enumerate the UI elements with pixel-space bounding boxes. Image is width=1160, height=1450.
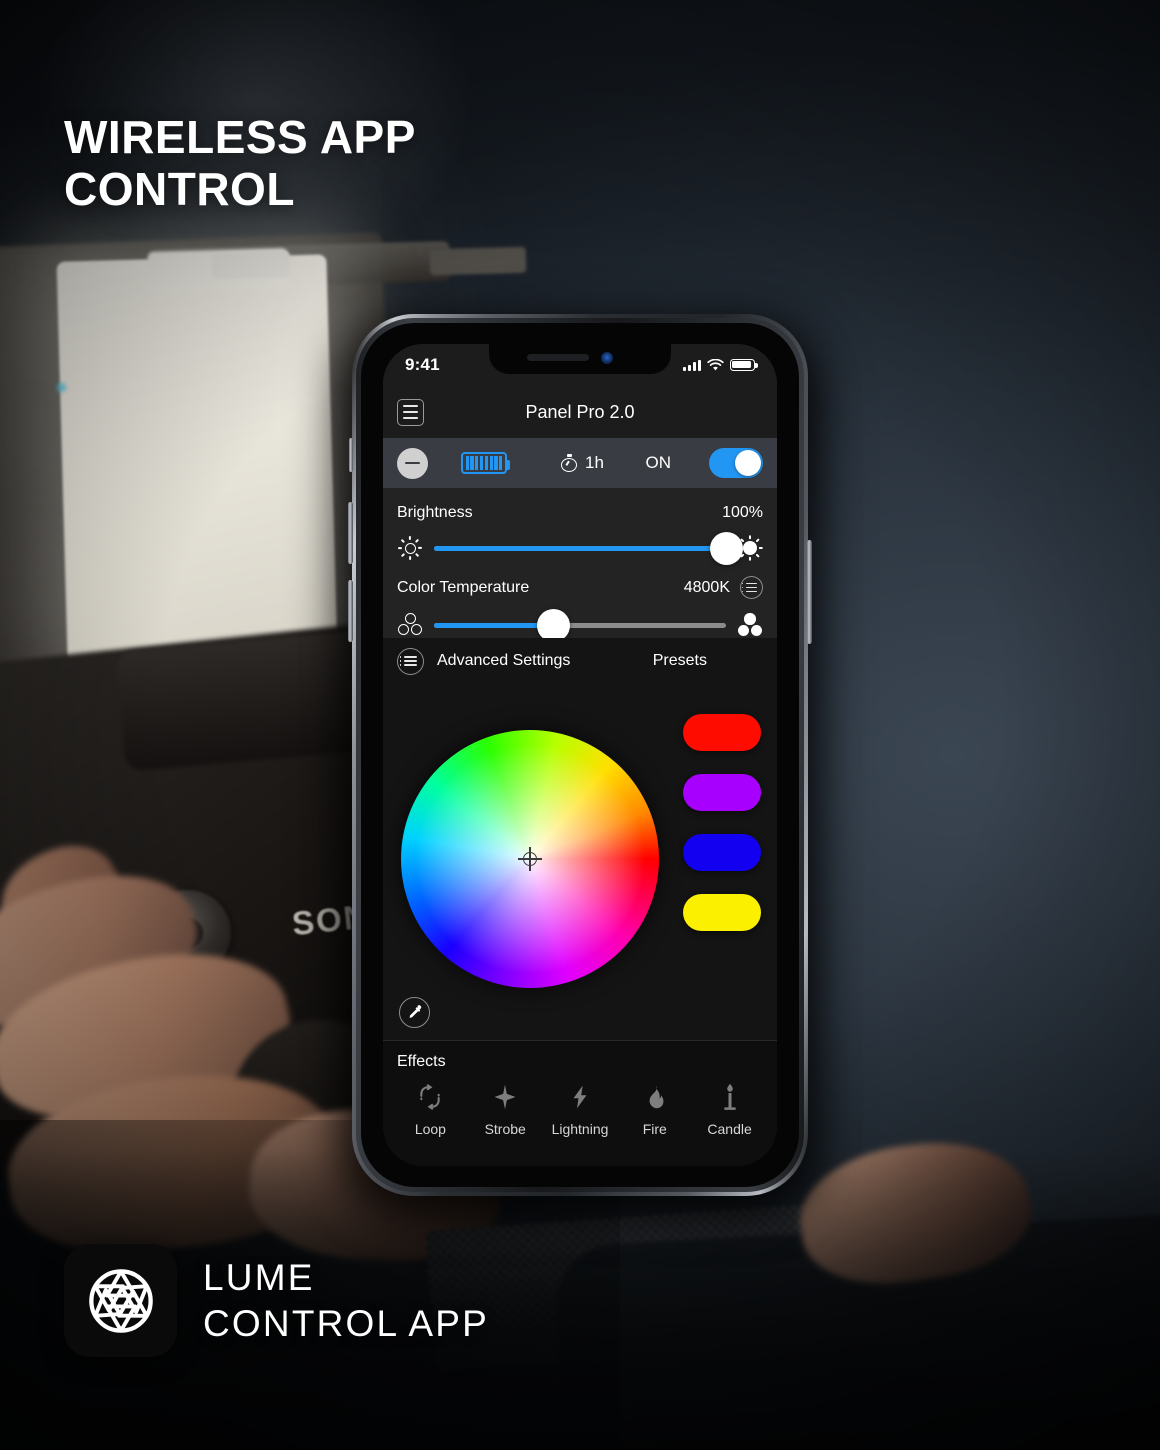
list-circle-icon[interactable] bbox=[740, 576, 763, 599]
device-control-bar: 1h ON bbox=[383, 438, 777, 488]
color-temperature-header: Color Temperature 4800K bbox=[383, 570, 777, 599]
cellular-signal-icon bbox=[683, 359, 701, 371]
color-temperature-slider[interactable] bbox=[434, 608, 726, 642]
phone-mockup: 9:41 Panel Pro 2.0 1h ON Brightness 100%… bbox=[336, 314, 824, 1210]
phone-screen: 9:41 Panel Pro 2.0 1h ON Brightness 100%… bbox=[383, 344, 777, 1166]
app-title: Panel Pro 2.0 bbox=[525, 401, 635, 422]
status-indicators bbox=[683, 358, 758, 372]
status-time: 9:41 bbox=[405, 355, 440, 374]
effect-label: Fire bbox=[642, 1121, 667, 1137]
color-temperature-value: 4800K bbox=[683, 578, 730, 596]
list-circle-icon[interactable] bbox=[397, 647, 424, 675]
timer-icon bbox=[561, 454, 578, 472]
effects-title: Effects bbox=[397, 1053, 446, 1070]
lightning-bolt-icon bbox=[565, 1082, 595, 1112]
sun-low-icon bbox=[397, 535, 423, 561]
three-circles-outline-icon bbox=[397, 612, 423, 638]
color-swatch-blue[interactable] bbox=[683, 834, 761, 871]
color-wheel[interactable] bbox=[401, 730, 659, 988]
color-temperature-label: Color Temperature bbox=[397, 578, 530, 596]
strobe-sparkle-icon bbox=[490, 1082, 520, 1112]
effect-item-lightning[interactable]: Lightning bbox=[543, 1082, 618, 1137]
brand-line-2: CONTROL APP bbox=[203, 1302, 490, 1344]
advanced-settings-row: Advanced Settings Presets bbox=[383, 638, 777, 684]
brightness-value: 100% bbox=[722, 504, 763, 521]
eyedropper-icon[interactable] bbox=[399, 997, 430, 1028]
effect-label: Candle bbox=[707, 1121, 752, 1137]
earpiece-speaker bbox=[527, 354, 589, 361]
headline-line-1: WIRELESS APP bbox=[64, 111, 416, 163]
effect-item-candle[interactable]: Candle bbox=[692, 1082, 767, 1137]
candle-icon bbox=[715, 1082, 745, 1112]
slider-panel: Brightness 100% Color Temperature 4800K bbox=[383, 488, 777, 659]
power-state-label: ON bbox=[645, 453, 672, 472]
aperture-icon bbox=[64, 1244, 177, 1357]
brightness-slider[interactable] bbox=[434, 531, 743, 565]
volume-down-button[interactable] bbox=[348, 580, 353, 642]
color-swatch-list bbox=[683, 714, 761, 931]
effect-label: Strobe bbox=[484, 1121, 526, 1137]
page-title: WIRELESS APP CONTROL bbox=[64, 111, 416, 215]
effect-item-strobe[interactable]: Strobe bbox=[468, 1082, 543, 1137]
battery-full-icon bbox=[730, 359, 758, 371]
fire-flame-icon bbox=[640, 1082, 670, 1112]
timer-label: 1h bbox=[585, 453, 604, 472]
loop-icon bbox=[415, 1082, 445, 1112]
device-battery-icon bbox=[461, 452, 511, 474]
effect-item-loop[interactable]: Loop bbox=[393, 1082, 468, 1137]
effect-item-fire[interactable]: Fire bbox=[617, 1082, 692, 1137]
color-swatch-red[interactable] bbox=[683, 714, 761, 751]
phone-notch bbox=[489, 344, 671, 374]
crosshair-icon[interactable] bbox=[518, 847, 542, 871]
presets-label[interactable]: Presets bbox=[653, 652, 707, 670]
brand-lockup: LUME CONTROL APP bbox=[64, 1244, 489, 1357]
app-navigation-bar: Panel Pro 2.0 bbox=[383, 386, 777, 438]
wifi-icon bbox=[707, 358, 724, 370]
brightness-slider-row bbox=[383, 522, 777, 570]
advanced-settings-label[interactable]: Advanced Settings bbox=[437, 652, 570, 670]
power-toggle[interactable] bbox=[709, 448, 763, 478]
color-swatch-yellow[interactable] bbox=[683, 894, 761, 931]
color-swatch-violet[interactable] bbox=[683, 774, 761, 811]
effect-label: Loop bbox=[414, 1121, 446, 1137]
brightness-header: Brightness 100% bbox=[383, 498, 777, 522]
color-picker-area bbox=[383, 684, 777, 1040]
three-circles-filled-icon bbox=[737, 612, 763, 638]
minus-circle-icon[interactable] bbox=[397, 447, 428, 479]
hamburger-menu-icon[interactable] bbox=[397, 398, 424, 426]
mute-switch[interactable] bbox=[349, 438, 353, 472]
power-button[interactable] bbox=[807, 540, 812, 644]
brand-text: LUME CONTROL APP bbox=[203, 1255, 489, 1345]
volume-up-button[interactable] bbox=[348, 502, 353, 564]
headline-line-2: CONTROL bbox=[64, 162, 295, 215]
effect-label: Lightning bbox=[551, 1121, 609, 1137]
effects-list: Loop Strobe Lightning Fire Candle bbox=[383, 1071, 777, 1137]
brand-line-1: LUME bbox=[203, 1257, 315, 1299]
brightness-label: Brightness bbox=[397, 504, 473, 521]
effects-panel: Effects Loop Strobe Lightning Fire Candle bbox=[383, 1040, 777, 1166]
timer-control[interactable]: 1h bbox=[561, 453, 604, 473]
front-camera-icon bbox=[601, 352, 613, 364]
sun-high-icon bbox=[737, 535, 763, 561]
